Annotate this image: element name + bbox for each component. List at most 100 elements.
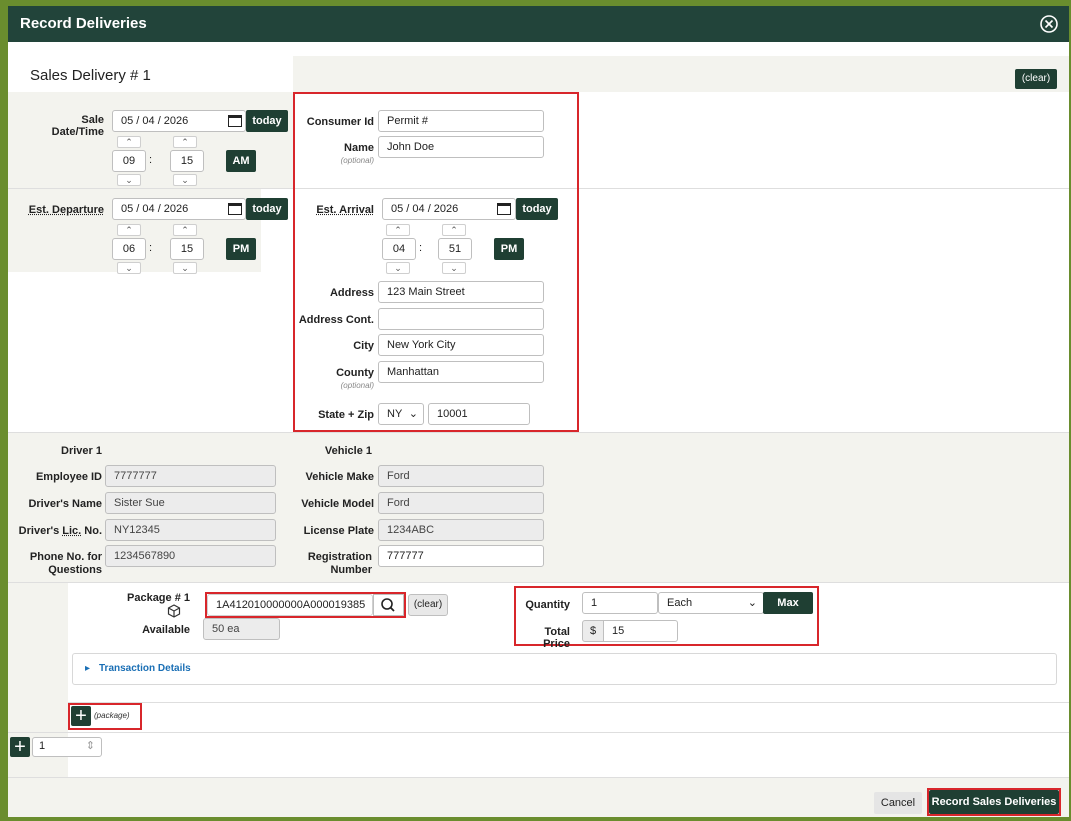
consumer-id-label: Consumer Id [306,116,374,128]
add-package-label[interactable]: (package) [94,711,130,720]
package-label: Package # 1 [127,592,190,604]
sale-hour-up[interactable]: ⌃ [117,136,141,148]
state-zip-label: State + Zip [318,409,374,421]
arrival-today-button[interactable]: today [516,198,558,220]
stepper-icon[interactable]: ⇕ [86,739,95,752]
departure-hour-input[interactable]: 06 [112,238,146,260]
sale-hour-down[interactable]: ⌄ [117,174,141,186]
county-label: County [336,367,374,379]
clear-all-button[interactable]: (clear) [1015,69,1057,89]
package-tag-input[interactable]: 1A412010000000A000019385 [207,594,373,616]
vehicle-make-input[interactable]: Ford [378,465,544,487]
sale-today-button[interactable]: today [246,110,288,132]
plus-icon[interactable]: + [71,706,91,726]
arrival-date-input[interactable]: 05 / 04 / 2026 [382,198,516,220]
unit-select[interactable]: Each ⌄ [658,592,764,614]
license-plate-input[interactable]: 1234ABC [378,519,544,541]
divider [68,702,1069,703]
drivers-name-label: Driver's Name [28,498,102,510]
divider [8,432,1069,433]
address-cont-label: Address Cont. [298,314,374,326]
dialog-content: Sales Delivery # 1 (clear) Sale Date/Tim… [8,42,1069,817]
arrival-hour-input[interactable]: 04 [382,238,416,260]
phone-label-2: Questions [48,564,102,576]
departure-minute-down[interactable]: ⌄ [173,262,197,274]
transaction-details-panel[interactable]: ▸ Transaction Details [72,653,1057,685]
package-clear-button[interactable]: (clear) [408,594,448,616]
arrival-ampm-button[interactable]: PM [494,238,524,260]
consumer-id-input[interactable]: Permit # [378,110,544,132]
quantity-input[interactable]: 1 [582,592,658,614]
departure-minute-up[interactable]: ⌃ [173,224,197,236]
phone-input[interactable]: 1234567890 [105,545,276,567]
delivery-count-value: 1 [39,740,46,752]
quantity-label: Quantity [525,599,570,611]
available-label: Available [142,624,190,636]
arrival-minute-up[interactable]: ⌃ [442,224,466,236]
departure-date-value: 05 / 04 / 2026 [121,203,189,215]
divider [8,582,1069,583]
phone-label: Phone No. for [29,551,102,563]
departure-hour-down[interactable]: ⌄ [117,262,141,274]
arrival-minute-down[interactable]: ⌄ [442,262,466,274]
license-plate-label: License Plate [303,525,374,537]
calendar-icon[interactable] [228,115,242,127]
consumer-name-input[interactable]: John Doe [378,136,544,158]
total-price-input[interactable]: 15 [603,620,678,642]
departure-minute-input[interactable]: 15 [170,238,204,260]
record-sales-deliveries-button[interactable]: Record Sales Deliveries [929,790,1059,814]
sale-hour-input[interactable]: 09 [112,150,146,172]
delivery-count-input[interactable]: 1 ⇕ [32,737,102,757]
address-cont-input[interactable] [378,308,544,330]
close-circle-icon[interactable] [1039,14,1059,34]
departure-today-button[interactable]: today [246,198,288,220]
chevron-down-icon: ⌄ [408,408,418,420]
sale-label: Sale [81,114,104,126]
lic-label-c: No. [81,525,102,537]
calendar-icon[interactable] [228,203,242,215]
registration-label: Registration [307,551,372,563]
max-button[interactable]: Max [763,592,813,614]
city-input[interactable]: New York City [378,334,544,356]
county-optional: (optional) [340,381,374,390]
zip-input[interactable]: 10001 [428,403,530,425]
consumer-name-label: Name [344,142,374,154]
transaction-details-label[interactable]: Transaction Details [99,663,191,674]
address-input[interactable]: 123 Main Street [378,281,544,303]
departure-ampm-button[interactable]: PM [226,238,256,260]
page-title: Sales Delivery # 1 [30,67,151,84]
county-input[interactable]: Manhattan [378,361,544,383]
package-search-button[interactable] [373,594,404,616]
search-icon [381,598,395,612]
vehicle-model-label: Vehicle Model [301,498,374,510]
arrival-hour-down[interactable]: ⌄ [386,262,410,274]
drivers-name-input[interactable]: Sister Sue [105,492,276,514]
registration-input[interactable]: 777777 [378,545,544,567]
state-select[interactable]: NY ⌄ [378,403,424,425]
departure-hour-up[interactable]: ⌃ [117,224,141,236]
dialog-titlebar: Record Deliveries [8,6,1069,42]
currency-symbol: $ [582,620,604,642]
drivers-lic-input[interactable]: NY12345 [105,519,276,541]
sale-minute-up[interactable]: ⌃ [173,136,197,148]
vehicle-model-input[interactable]: Ford [378,492,544,514]
cancel-button[interactable]: Cancel [874,792,922,814]
record-deliveries-dialog: Record Deliveries Sales Delivery # 1 (cl… [8,6,1069,817]
departure-label: Est. Departure [28,204,104,216]
sale-ampm-button[interactable]: AM [226,150,256,172]
dialog-title: Record Deliveries [20,15,147,32]
arrival-date-value: 05 / 04 / 2026 [391,203,459,215]
sale-minute-down[interactable]: ⌄ [173,174,197,186]
sale-date-value: 05 / 04 / 2026 [121,115,189,127]
arrival-minute-input[interactable]: 51 [438,238,472,260]
sale-date-input[interactable]: 05 / 04 / 2026 [112,110,246,132]
arrival-hour-up[interactable]: ⌃ [386,224,410,236]
plus-icon[interactable]: + [10,737,30,757]
sale-minute-input[interactable]: 15 [170,150,204,172]
registration-label-2: Number [330,564,372,576]
employee-id-input[interactable]: 7777777 [105,465,276,487]
vehicle-heading: Vehicle 1 [324,445,372,457]
calendar-icon[interactable] [497,203,511,215]
driver-heading: Driver 1 [61,445,102,457]
departure-date-input[interactable]: 05 / 04 / 2026 [112,198,246,220]
